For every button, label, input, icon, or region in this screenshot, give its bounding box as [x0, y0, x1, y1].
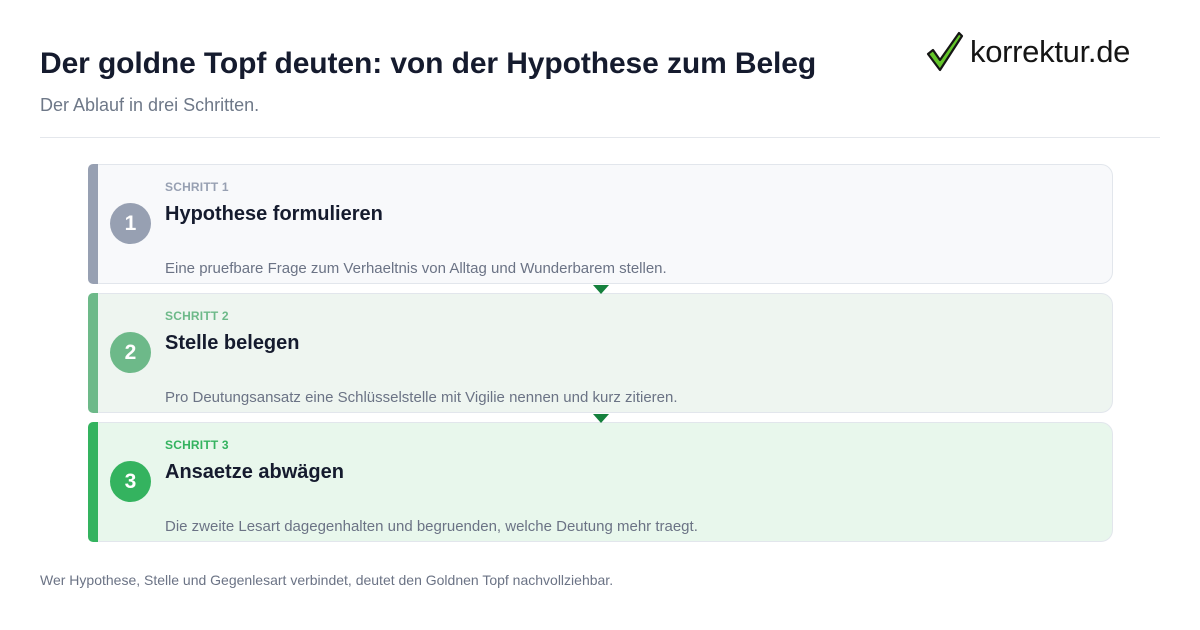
logo[interactable]: korrektur.de: [926, 30, 1130, 74]
footer-note: Wer Hypothese, Stelle und Gegenlesart ve…: [40, 572, 614, 588]
step-number-badge: 1: [110, 203, 151, 244]
step-number-badge: 3: [110, 461, 151, 502]
step-card-2: 2 SCHRITT 2 Stelle belegen Pro Deutungsa…: [88, 293, 1113, 423]
page-title: Der goldne Topf deuten: von der Hypothes…: [40, 47, 817, 80]
step-description: Eine pruefbare Frage zum Verhaeltnis von…: [165, 260, 667, 277]
down-arrow-icon: [593, 414, 609, 423]
step-title: Stelle belegen: [165, 332, 300, 354]
header-divider: [40, 137, 1160, 138]
step-card-1: 1 SCHRITT 1 Hypothese formulieren Eine p…: [88, 164, 1113, 294]
logo-text: korrektur.de: [970, 34, 1131, 69]
step-accent-bar: [88, 422, 98, 542]
step-label: SCHRITT 1: [165, 180, 229, 194]
down-arrow-icon: [593, 285, 609, 294]
step-number-badge: 2: [110, 332, 151, 373]
step-description: Pro Deutungsansatz eine Schlüsselstelle …: [165, 389, 678, 406]
step-card-3: 3 SCHRITT 3 Ansaetze abwägen Die zweite …: [88, 422, 1113, 542]
step-accent-bar: [88, 164, 98, 284]
header: Der goldne Topf deuten: von der Hypothes…: [40, 44, 900, 116]
step-label: SCHRITT 2: [165, 309, 229, 323]
steps-list: 1 SCHRITT 1 Hypothese formulieren Eine p…: [88, 164, 1113, 551]
step-title: Hypothese formulieren: [165, 203, 383, 225]
step-label: SCHRITT 3: [165, 438, 229, 452]
step-accent-bar: [88, 293, 98, 413]
checkmark-icon: [926, 31, 964, 72]
step-title: Ansaetze abwägen: [165, 461, 344, 483]
page-subtitle: Der Ablauf in drei Schritten.: [40, 95, 260, 115]
step-description: Die zweite Lesart dagegenhalten und begr…: [165, 518, 698, 535]
